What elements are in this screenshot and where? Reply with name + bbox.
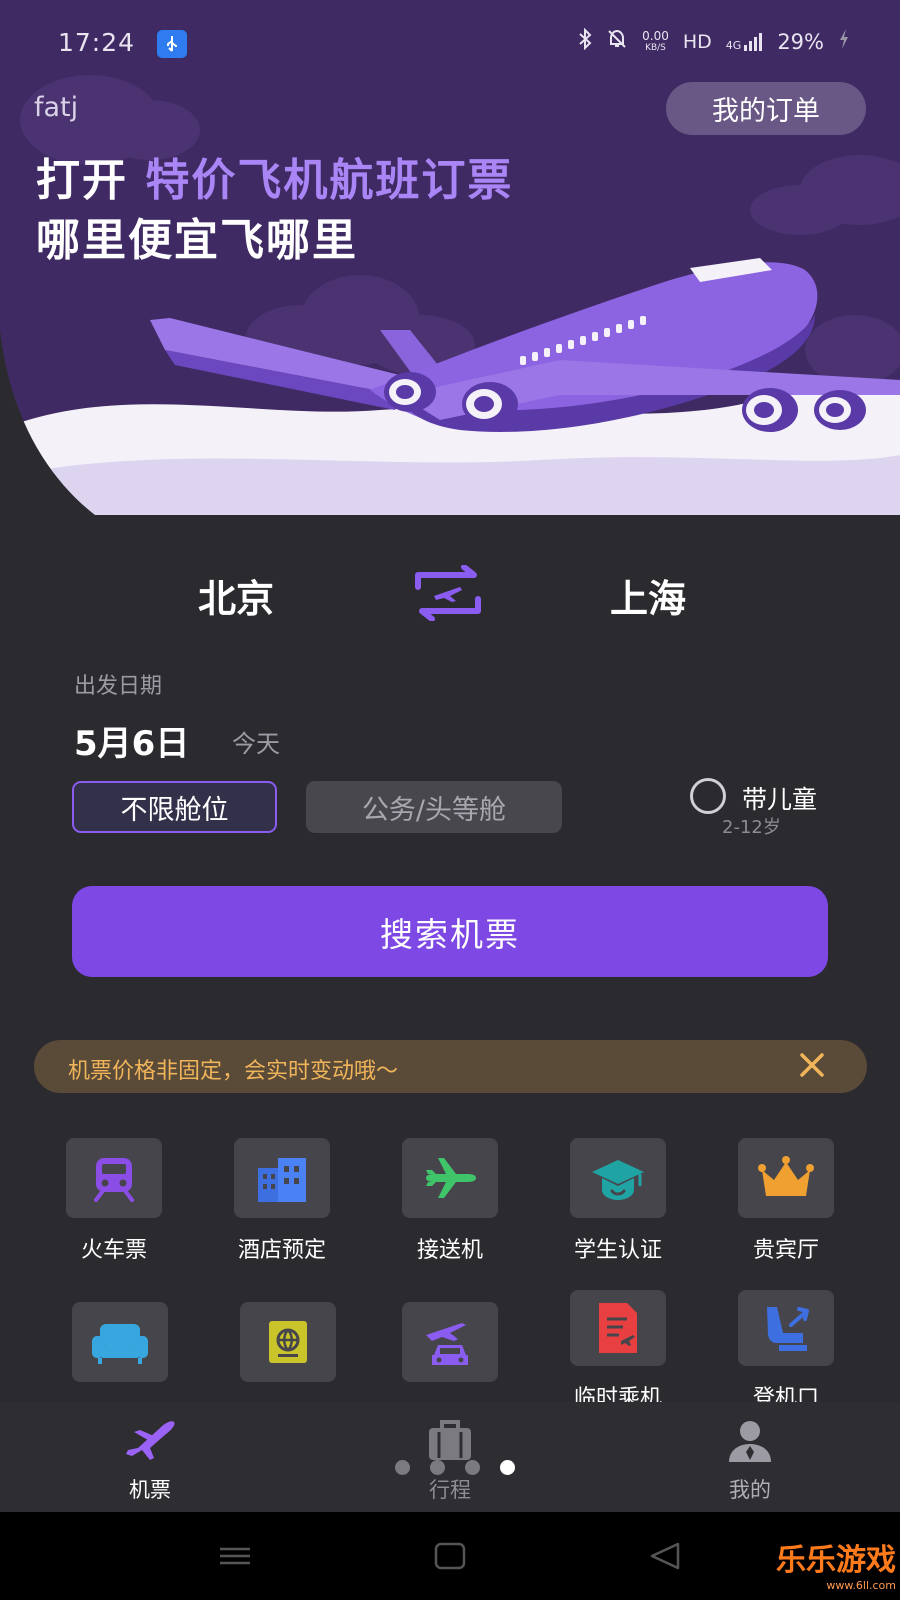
service-airport-transfer[interactable]: 接送机 — [380, 1138, 520, 1264]
system-navigation-bar — [0, 1512, 900, 1600]
back-icon[interactable] — [650, 1542, 680, 1570]
headline-line2: 哪里便宜飞哪里 — [36, 215, 358, 266]
signal-icon: 4G — [726, 32, 764, 52]
service-vip-lounge[interactable]: 贵宾厅 — [716, 1138, 856, 1264]
status-bar: 17:24 0.00 KB/S HD 4G 29% — [0, 0, 900, 88]
hero-banner: 17:24 0.00 KB/S HD 4G 29% fatj 我的订单 打开 特… — [0, 0, 900, 515]
hd-badge: HD — [682, 30, 712, 53]
home-icon[interactable] — [434, 1542, 466, 1570]
service-label: 火车票 — [80, 1238, 147, 1263]
user-icon — [690, 1412, 810, 1468]
page-dot — [465, 1460, 480, 1475]
departure-city[interactable]: 北京 — [198, 568, 274, 623]
service-label: 酒店预定 — [237, 1238, 326, 1263]
headline-highlight: 特价飞机航班订票 — [145, 155, 514, 206]
temp-boarding-icon — [570, 1290, 666, 1366]
menu-icon[interactable] — [220, 1547, 250, 1565]
service-label: 接送机 — [416, 1238, 483, 1263]
arrival-city[interactable]: 上海 — [610, 568, 686, 623]
watermark-url: www.6ll.com — [826, 1579, 896, 1592]
price-notice-banner: 机票价格非固定，会实时变动哦～ — [34, 1040, 867, 1093]
status-time: 17:24 — [58, 28, 136, 57]
nav-label: 机票 — [129, 1478, 171, 1502]
page-indicator — [395, 1460, 515, 1475]
departure-date[interactable]: 5月6日 — [74, 716, 189, 765]
airplane-icon — [90, 1412, 210, 1468]
airplane-icon — [402, 1138, 498, 1218]
nav-label: 我的 — [729, 1478, 771, 1502]
service-boarding-gate[interactable]: 登机口 — [716, 1290, 856, 1412]
username: fatj — [34, 92, 79, 123]
child-radio[interactable] — [690, 778, 726, 814]
hotel-icon — [234, 1138, 330, 1218]
swap-cities-icon[interactable] — [412, 564, 484, 622]
network-speed: 0.00 KB/S — [642, 28, 669, 53]
page-dot-active — [500, 1460, 515, 1475]
usb-icon — [157, 30, 187, 58]
boarding-gate-icon — [738, 1290, 834, 1366]
service-hotel[interactable]: 酒店预定 — [212, 1138, 352, 1264]
nav-tab-trips[interactable]: 行程 — [390, 1412, 510, 1504]
airport-car-icon — [402, 1302, 498, 1382]
mute-bell-icon — [606, 28, 628, 55]
child-age-range: 2-12岁 — [722, 817, 781, 838]
seat-icon — [72, 1302, 168, 1382]
watermark-title: 乐乐游戏 — [776, 1543, 896, 1578]
charging-icon — [838, 28, 850, 55]
cabin-option-business-first[interactable]: 公务/头等舱 — [306, 781, 562, 833]
headline-prefix: 打开 — [36, 155, 128, 206]
search-flights-button[interactable]: 搜索机票 — [72, 886, 828, 977]
nav-tab-me[interactable]: 我的 — [690, 1412, 810, 1504]
service-label: 贵宾厅 — [752, 1238, 819, 1263]
crown-icon — [738, 1138, 834, 1218]
child-label[interactable]: 带儿童 — [742, 780, 817, 816]
service-student-verify[interactable]: 学生认证 — [548, 1138, 688, 1264]
watermark-logo: 乐乐游戏 www.6ll.com — [776, 1535, 896, 1592]
page-dot — [395, 1460, 410, 1475]
nav-tab-flights[interactable]: 机票 — [90, 1412, 210, 1504]
service-temp-boarding[interactable]: 临时乘机 — [548, 1290, 688, 1412]
graduation-cap-icon — [570, 1138, 666, 1218]
departure-date-relative: 今天 — [232, 730, 280, 758]
notice-text: 机票价格非固定，会实时变动哦～ — [68, 1059, 399, 1084]
headline-line1: 打开 特价飞机航班订票 — [36, 144, 513, 208]
service-label: 学生认证 — [573, 1238, 662, 1263]
bluetooth-icon — [578, 27, 592, 55]
bottom-navigation: 机票 行程 我的 — [0, 1402, 900, 1512]
battery-level: 29% — [777, 29, 824, 54]
passport-icon — [240, 1302, 336, 1382]
my-orders-button[interactable]: 我的订单 — [666, 82, 866, 135]
service-train[interactable]: 火车票 — [44, 1138, 184, 1264]
close-icon[interactable] — [797, 1050, 827, 1080]
status-icons: 0.00 KB/S HD 4G 29% — [578, 27, 850, 55]
train-icon — [66, 1138, 162, 1218]
cabin-option-any[interactable]: 不限舱位 — [72, 781, 277, 833]
nav-label: 行程 — [429, 1478, 471, 1502]
page-dot — [430, 1460, 445, 1475]
departure-date-label: 出发日期 — [74, 674, 163, 699]
